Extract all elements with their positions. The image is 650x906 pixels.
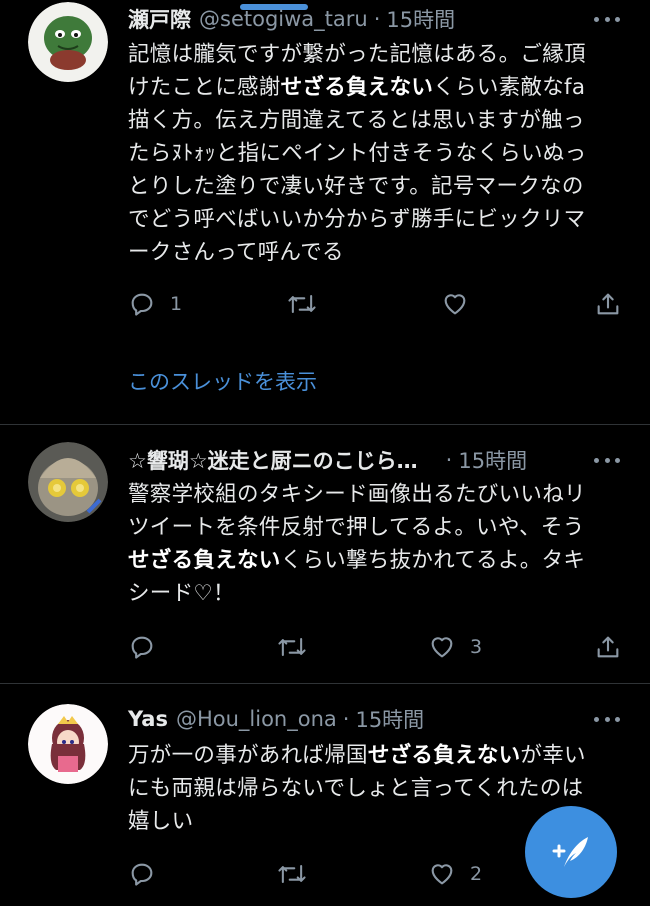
display-name[interactable]: 瀬戸際 — [128, 4, 191, 34]
share-icon — [597, 636, 619, 658]
share-button[interactable] — [594, 287, 622, 321]
text-segment: ツイートを条件反射で押してるよ。いや、そう — [128, 515, 585, 540]
avatar[interactable] — [28, 442, 108, 522]
tweet-text: 記憶は朧気ですが繋がった記憶はある。ご縁頂 けたことに感謝せざる負えないくらい素敵… — [128, 38, 618, 269]
text-segment: とりした塗りで凄い好きです。記号マークなの — [128, 174, 584, 199]
avatar[interactable] — [28, 2, 108, 82]
text-segment: 描く方。伝え方間違えてるとは思いますが触っ — [128, 108, 585, 133]
bold-text: せざる負えない — [128, 548, 281, 573]
avatar[interactable] — [28, 704, 108, 784]
text-segment: ークさんって呼んでる — [128, 240, 344, 265]
bold-text: せざる負えない — [367, 743, 521, 768]
tweet-text-line: にも両親は帰らないでしょと言ってくれたのは — [128, 772, 618, 805]
text-segment: シード♡！ — [128, 581, 235, 606]
reply-icon — [131, 636, 153, 659]
retweet-button[interactable] — [276, 857, 322, 891]
compose-tweet-button[interactable] — [525, 806, 617, 898]
like-count: 3 — [470, 636, 483, 658]
display-name[interactable]: ☆響瑚☆迷走と厨ニのこじら… — [128, 445, 418, 475]
tweet-text-line: でどう呼べばいいか分からず勝手にビックリマ — [128, 203, 618, 236]
tweet-text-line: 記憶は朧気ですが繋がった記憶はある。ご縁頂 — [128, 38, 618, 71]
separator-dot: · — [445, 448, 453, 472]
retweet-icon — [278, 637, 306, 657]
bold-text: せざる負えない — [280, 75, 434, 100]
tweet-actions: 3 — [128, 630, 628, 664]
tweet-text-line: 描く方。伝え方間違えてるとは思いますが触っ — [128, 104, 618, 137]
timestamp[interactable]: 15時間 — [355, 704, 424, 734]
heart-icon — [431, 637, 453, 658]
separator-dot: · — [373, 7, 381, 31]
text-segment: が幸い — [520, 743, 586, 768]
more-icon[interactable] — [594, 714, 620, 724]
reply-icon — [131, 293, 153, 316]
text-segment: にも両親は帰らないでしょと言ってくれたのは — [128, 776, 584, 801]
reply-button[interactable]: 1 — [128, 287, 182, 321]
display-name[interactable]: Yas — [128, 707, 168, 731]
tweet-text: 警察学校組のタキシード画像出るたびいいねリ ツイートを条件反射で押してるよ。いや、… — [128, 478, 618, 610]
tweet-text-line: けたことに感謝せざる負えないくらい素敵なfa — [128, 71, 618, 104]
heart-icon — [431, 864, 453, 885]
retweet-button[interactable] — [286, 287, 332, 321]
divider — [0, 683, 650, 684]
tweet-text-line: たらﾇﾄｫｯと指にペイント付きそうなくらいぬっ — [128, 137, 618, 170]
divider — [0, 424, 650, 425]
reply-button[interactable] — [128, 857, 170, 891]
text-segment: 警察学校組のタキシード画像出るたびいいねリ — [128, 482, 586, 507]
user-handle[interactable]: @Hou_lion_ona — [176, 707, 337, 731]
text-segment: でどう呼べばいいか分からず勝手にビックリマ — [128, 207, 586, 232]
text-segment: 嬉しい — [128, 809, 194, 834]
show-thread-link[interactable]: このスレッドを表示 — [128, 366, 317, 396]
retweet-icon — [288, 294, 316, 314]
tweet-header: Yas @Hou_lion_ona · 15時間 — [128, 704, 650, 734]
tweet-header: 瀬戸際 @setogiwa_taru · 15時間 — [128, 4, 650, 34]
text-segment: けたことに感謝 — [128, 75, 281, 100]
reply-count: 1 — [170, 293, 183, 315]
reply-icon — [131, 863, 153, 886]
tweet-text-line: ークさんって呼んでる — [128, 236, 618, 269]
retweet-button[interactable] — [276, 630, 322, 664]
heart-icon — [444, 294, 466, 315]
text-segment: 記憶は朧気ですが繋がった記憶はある。ご縁頂 — [128, 42, 586, 67]
tweet-text-line: とりした塗りで凄い好きです。記号マークなの — [128, 170, 618, 203]
tweet-text-line: 万が一の事があれば帰国せざる負えないが幸い — [128, 739, 618, 772]
more-icon[interactable] — [594, 455, 620, 465]
text-segment: くらい素敵なfa — [433, 75, 586, 100]
separator-dot: · — [342, 707, 350, 731]
user-handle[interactable]: @setogiwa_taru — [199, 7, 368, 31]
share-button[interactable] — [594, 630, 622, 664]
like-button[interactable] — [441, 287, 483, 321]
like-button[interactable]: 3 — [428, 630, 482, 664]
tweet-header: ☆響瑚☆迷走と厨ニのこじら… · 15時間 — [128, 445, 650, 475]
more-icon[interactable] — [594, 14, 620, 24]
text-segment: 万が一の事があれば帰国 — [128, 743, 368, 768]
timestamp[interactable]: 15時間 — [458, 445, 527, 475]
reply-button[interactable] — [128, 630, 170, 664]
tweet-text-line: せざる負えないくらい撃ち抜かれてるよ。タキ — [128, 544, 618, 577]
tweet-text-line: シード♡！ — [128, 577, 618, 610]
tweet-actions: 1 — [128, 287, 628, 321]
tweet-text-line: 警察学校組のタキシード画像出るたびいいねリ — [128, 478, 618, 511]
retweet-icon — [278, 864, 306, 884]
like-button[interactable]: 2 — [428, 857, 482, 891]
share-icon — [597, 293, 619, 315]
compose-tweet-icon — [552, 837, 588, 867]
text-segment: たらﾇﾄｫｯと指にペイント付きそうなくらいぬっ — [128, 141, 587, 166]
tweet-text-line: ツイートを条件反射で押してるよ。いや、そう — [128, 511, 618, 544]
timestamp[interactable]: 15時間 — [386, 4, 455, 34]
timeline-screen: 瀬戸際 @setogiwa_taru · 15時間 記憶は朧気ですが繋がった記憶… — [0, 0, 650, 906]
like-count: 2 — [470, 863, 483, 885]
text-segment: くらい撃ち抜かれてるよ。タキ — [280, 548, 586, 573]
